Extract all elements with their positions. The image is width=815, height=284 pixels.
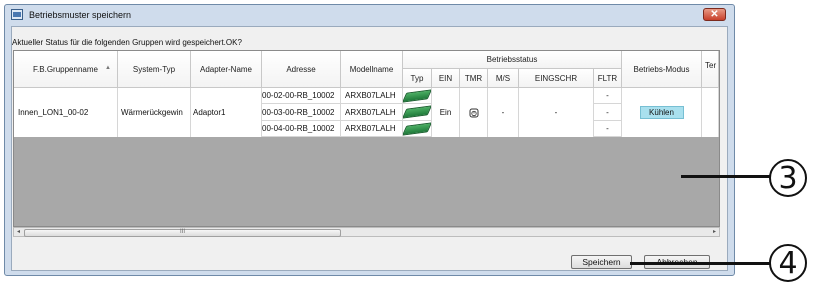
cell-filter: - bbox=[594, 104, 622, 121]
cell-on: Ein bbox=[432, 88, 460, 137]
column-header-timer[interactable]: TMR bbox=[460, 69, 488, 88]
scrollbar-thumb[interactable]: III bbox=[24, 229, 341, 237]
column-header-system-type[interactable]: System-Typ bbox=[118, 51, 191, 88]
cell-model-name: ARXB07LALH bbox=[341, 121, 403, 137]
window-title: Betriebsmuster speichern bbox=[29, 10, 132, 20]
cell-address: 00-02-00-RB_10002 bbox=[262, 88, 341, 104]
cell-adapter-name: Adaptor1 bbox=[191, 88, 262, 137]
cell-filter: - bbox=[594, 121, 622, 137]
indoor-unit-icon bbox=[403, 121, 431, 136]
column-header-model-name[interactable]: Modellname bbox=[341, 51, 403, 88]
callout-line bbox=[681, 175, 777, 178]
cell-model-name: ARXB07LALH bbox=[341, 104, 403, 121]
pattern-table: F.B.Gruppenname ▲ System-Typ Adapter-Nam… bbox=[13, 50, 720, 227]
sort-arrow-icon: ▲ bbox=[105, 65, 111, 71]
confirmation-message: Aktueller Status für die folgenden Grupp… bbox=[12, 38, 242, 47]
column-header-adapter-name[interactable]: Adapter-Name bbox=[191, 51, 262, 88]
column-header-filter[interactable]: FLTR bbox=[594, 69, 622, 88]
column-header-operation-mode[interactable]: Betriebs-Modus bbox=[622, 51, 702, 88]
horizontal-scrollbar[interactable]: ◂ III ▸ bbox=[13, 227, 720, 237]
close-button[interactable]: ✕ bbox=[703, 8, 726, 21]
cell-system-type: Wärmerückgewin bbox=[118, 88, 191, 137]
column-header-address[interactable]: Adresse bbox=[262, 51, 341, 88]
indoor-unit-icon bbox=[403, 105, 431, 119]
column-header-type[interactable]: Typ bbox=[403, 69, 432, 88]
title-bar[interactable]: Betriebsmuster speichern ✕ bbox=[5, 5, 734, 25]
cell-temperature bbox=[702, 88, 719, 137]
timer-icon bbox=[469, 108, 478, 117]
cell-type bbox=[403, 88, 432, 104]
column-header-on[interactable]: EIN bbox=[432, 69, 460, 88]
column-header-restriction[interactable]: EINGSCHR bbox=[519, 69, 594, 88]
callout-marker: 3 bbox=[769, 159, 807, 197]
cell-restriction: - bbox=[519, 88, 594, 137]
mode-badge: Kühlen bbox=[639, 106, 684, 119]
cell-type bbox=[403, 121, 432, 137]
callout-line bbox=[630, 262, 777, 265]
table-header: F.B.Gruppenname ▲ System-Typ Adapter-Nam… bbox=[14, 51, 719, 88]
column-header-group-name[interactable]: F.B.Gruppenname ▲ bbox=[14, 51, 118, 88]
window-icon bbox=[11, 9, 23, 20]
scroll-right-arrow-icon[interactable]: ▸ bbox=[713, 228, 716, 236]
column-header-label: F.B.Gruppenname bbox=[33, 64, 98, 74]
callout-marker: 4 bbox=[769, 244, 807, 282]
cell-group-name: Innen_LON1_00-02 bbox=[14, 88, 118, 137]
scroll-left-arrow-icon[interactable]: ◂ bbox=[17, 228, 20, 236]
cell-timer bbox=[460, 88, 488, 137]
indoor-unit-icon bbox=[403, 88, 431, 103]
cell-type bbox=[403, 104, 432, 121]
cell-address: 00-04-00-RB_10002 bbox=[262, 121, 341, 137]
cell-model-name: ARXB07LALH bbox=[341, 88, 403, 104]
table-row[interactable]: Innen_LON1_00-02 Wärmerückgewin Adaptor1… bbox=[14, 88, 719, 137]
column-header-ms[interactable]: M/S bbox=[488, 69, 519, 88]
save-button[interactable]: Speichern bbox=[571, 255, 632, 269]
cell-ms: - bbox=[488, 88, 519, 137]
cell-address: 00-03-00-RB_10002 bbox=[262, 104, 341, 121]
cell-operation-mode: Kühlen bbox=[622, 88, 702, 137]
column-header-temperature[interactable]: Ter bbox=[702, 51, 719, 88]
cell-filter: - bbox=[594, 88, 622, 104]
column-group-operating-status: Betriebsstatus bbox=[403, 51, 622, 69]
